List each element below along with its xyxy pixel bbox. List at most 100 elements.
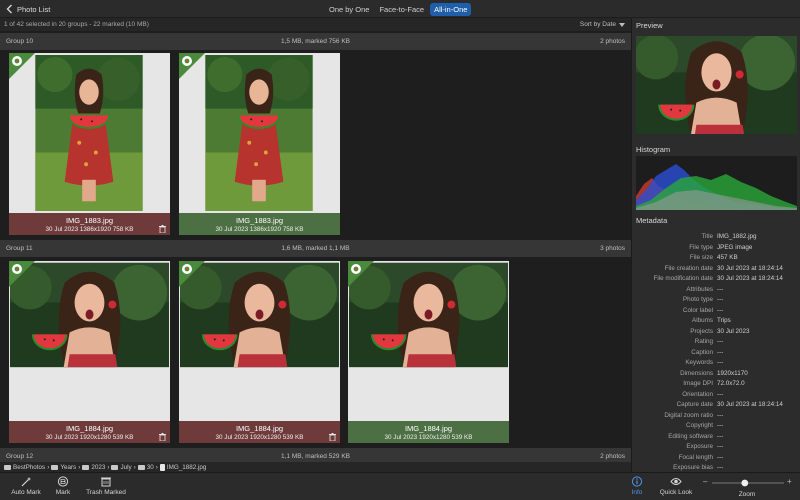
trash-icon[interactable] (159, 225, 166, 233)
group-info: 1,1 MB, marked 529 KB (280, 453, 350, 460)
tab-all-in-one[interactable]: All-in-One (430, 3, 472, 16)
photo-groups-panel[interactable]: Group 10 1,5 MB, marked 756 KB 2 photos … (0, 31, 631, 462)
metadata-row: Photo type --- (632, 296, 800, 307)
mark-button[interactable]: Mark (52, 476, 74, 496)
back-label: Photo List (17, 4, 51, 14)
group-photo-count: 2 photos (600, 38, 625, 45)
metadata-row: Title IMG_1882.jpg (632, 233, 800, 244)
metadata-key: Image DPI (683, 380, 713, 387)
folder-icon (137, 464, 145, 470)
breadcrumb-item[interactable]: IMG_1882.jpg (159, 463, 206, 471)
metadata-value: --- (717, 443, 724, 450)
sort-label: Sort by Date (579, 21, 616, 28)
breadcrumb-item[interactable]: July (111, 463, 132, 471)
mark-label: Mark (55, 489, 71, 496)
metadata-value: 457 KB (717, 254, 738, 261)
sort-menu[interactable]: Sort by Date (580, 21, 625, 28)
metadata-key: Copyright (686, 422, 713, 429)
eye-badge-icon (179, 53, 205, 79)
breadcrumb-label: July (120, 463, 132, 471)
tab-face-to-face[interactable]: Face-to-Face (375, 3, 428, 16)
histogram-graph (636, 164, 797, 210)
magic-wand-icon (21, 477, 31, 487)
breadcrumb-separator-icon: › (78, 463, 81, 471)
photo-details: 30 Jul 2023 1386x1920 758 KB (45, 226, 134, 233)
photo-card[interactable]: IMG_1884.jpg 30 Jul 2023 1920x1280 539 K… (348, 261, 509, 443)
breadcrumb-item[interactable]: Years (51, 464, 76, 471)
histogram-title: Histogram (636, 145, 671, 154)
photo-filename: IMG_1883.jpg (65, 216, 114, 225)
breadcrumb-item[interactable]: 2023 (82, 464, 105, 471)
photo-card[interactable]: IMG_1883.jpg 30 Jul 2023 1386x1920 758 K… (9, 53, 170, 235)
metadata-value: --- (717, 411, 724, 419)
group-info: 1,6 MB, marked 1,1 MB (281, 245, 350, 252)
metadata-key: Color label (682, 306, 713, 314)
zoom-slider[interactable] (712, 479, 784, 487)
quick-look-button[interactable]: Quick Look (658, 476, 694, 496)
metadata-value: --- (717, 464, 724, 471)
metadata-value: Trips (717, 317, 731, 324)
metadata-value: --- (717, 359, 724, 366)
trash-icon[interactable] (159, 433, 166, 441)
photo-details: 30 Jul 2023 1920x1280 539 KB (384, 434, 473, 441)
metadata-row: File modification date 30 Jul 2023 at 18:… (632, 275, 800, 286)
info-button[interactable]: Info (626, 476, 648, 496)
photo-caption: IMG_1883.jpg 30 Jul 2023 1386x1920 758 K… (179, 213, 340, 235)
eye-badge-icon (9, 53, 35, 79)
metadata-key: File modification date (653, 275, 713, 282)
preview-photo (636, 36, 797, 134)
photo-list-back-button[interactable]: Photo List (6, 3, 50, 15)
metadata-key: Digital zoom ratio (664, 411, 713, 419)
metadata-list: Title IMG_1882.jpg File type JPEG image File… (632, 233, 800, 475)
breadcrumb-item[interactable]: BestPhotos (4, 464, 45, 471)
metadata-value: --- (717, 453, 724, 461)
trash-marked-label: Trash Marked (86, 489, 126, 496)
preview-image (636, 36, 797, 134)
metadata-value: --- (717, 432, 724, 440)
photo-caption: IMG_1884.jpg 30 Jul 2023 1920x1280 539 K… (179, 421, 340, 443)
zoom-control: – + (703, 477, 793, 489)
metadata-value: 30 Jul 2023 (717, 327, 750, 335)
metadata-key: Projects (690, 327, 713, 335)
metadata-value: --- (717, 348, 724, 356)
metadata-row: File creation date 30 Jul 2023 at 18:24:1… (632, 265, 800, 276)
breadcrumb-separator-icon: › (133, 463, 136, 471)
eye-badge-icon (179, 261, 205, 287)
quick-look-label: Quick Look (659, 489, 693, 496)
metadata-key: Capture date (676, 401, 713, 408)
folder-icon (51, 464, 59, 470)
breadcrumb-separator-icon: › (47, 463, 50, 471)
trash-marked-button[interactable]: Trash Marked (84, 476, 128, 496)
photo-card[interactable]: IMG_1883.jpg 30 Jul 2023 1386x1920 758 K… (179, 53, 340, 235)
metadata-value: --- (717, 422, 724, 429)
photo-image (33, 55, 145, 211)
breadcrumb-item[interactable]: 30 (137, 464, 154, 471)
selection-status-bar: 1 of 42 selected in 20 groups - 22 marke… (0, 18, 631, 31)
photo-filename: IMG_1884.jpg (235, 424, 284, 433)
metadata-row: Orientation --- (632, 391, 800, 402)
zoom-slider-knob[interactable] (741, 479, 749, 487)
metadata-row: File type JPEG image (632, 244, 800, 255)
metadata-key: Title (701, 233, 713, 240)
metadata-key: Dimensions (680, 369, 713, 377)
photo-card[interactable]: IMG_1884.jpg 30 Jul 2023 1920x1280 539 K… (179, 261, 340, 443)
tab-one-by-one[interactable]: One by One (325, 3, 373, 16)
zoom-in-button[interactable]: + (787, 477, 792, 486)
auto-mark-label: Auto Mark (11, 489, 41, 496)
metadata-row: Albums Trips (632, 317, 800, 328)
metadata-value: IMG_1882.jpg (717, 233, 757, 240)
metadata-row: Image DPI 72.0x72.0 (632, 380, 800, 391)
photo-card[interactable]: IMG_1884.jpg 30 Jul 2023 1920x1280 539 K… (9, 261, 170, 443)
photo-details: 30 Jul 2023 1920x1280 539 KB (215, 434, 304, 441)
auto-mark-button[interactable]: Auto Mark (8, 476, 44, 496)
metadata-key: Keywords (685, 359, 713, 366)
metadata-key: File creation date (664, 264, 713, 272)
photo-caption: IMG_1884.jpg 30 Jul 2023 1920x1280 539 K… (348, 421, 509, 443)
metadata-title: Metadata (636, 216, 668, 225)
zoom-out-button[interactable]: – (703, 477, 707, 486)
eye-icon (670, 478, 682, 485)
metadata-row: Exposure bias --- (632, 464, 800, 475)
metadata-key: Photo type (682, 296, 713, 303)
metadata-row: Capture date 30 Jul 2023 at 18:24:14 (632, 401, 800, 412)
trash-icon[interactable] (329, 433, 336, 441)
